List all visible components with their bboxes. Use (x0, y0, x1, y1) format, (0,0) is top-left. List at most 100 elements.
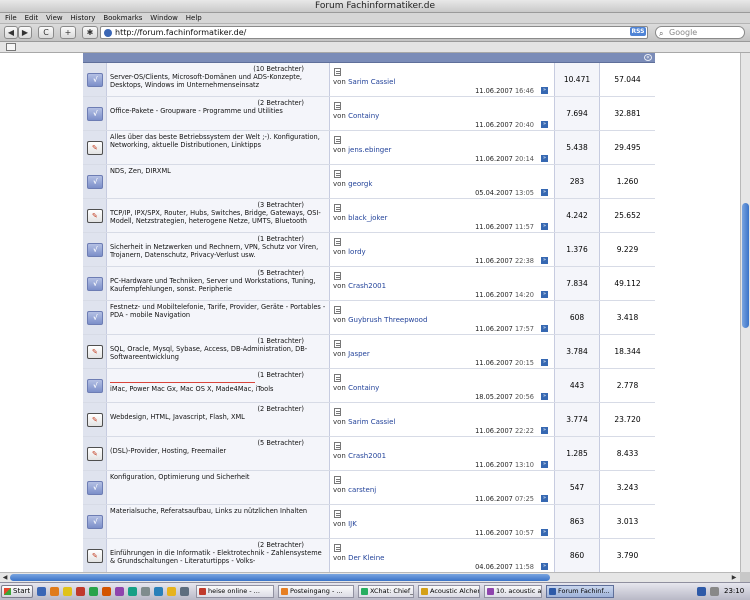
last-post-document-icon[interactable] (334, 136, 341, 144)
taskbar-task-button[interactable]: heise online - ... (196, 585, 274, 598)
quicklaunch-chat-icon[interactable] (89, 587, 98, 596)
add-bookmark-button[interactable]: + (60, 26, 76, 39)
last-post-document-icon[interactable] (334, 306, 341, 314)
taskbar-task-button[interactable]: 10. acoustic alc... (484, 585, 542, 598)
goto-last-post-icon[interactable]: » (541, 291, 548, 298)
horizontal-scrollbar[interactable]: ◀ ▶ (0, 572, 740, 582)
goto-last-post-icon[interactable]: » (541, 121, 548, 128)
quicklaunch-browser-icon[interactable] (37, 587, 46, 596)
last-post-user-link[interactable]: Guybrush Threepwood (348, 316, 427, 324)
last-post-user-link[interactable]: Sarim Cassiel (348, 418, 395, 426)
quicklaunch-player-icon[interactable] (115, 587, 124, 596)
von-label: von (333, 316, 346, 324)
forward-button[interactable]: ▶ (18, 26, 32, 39)
tray-volume-icon[interactable] (710, 587, 719, 596)
menu-help[interactable]: Help (186, 14, 202, 22)
von-label: von (333, 180, 346, 188)
last-post-cell: von Jasper 11.06.2007 20:15 » (330, 335, 555, 368)
quicklaunch-media-icon[interactable] (76, 587, 85, 596)
goto-last-post-icon[interactable]: » (541, 325, 548, 332)
last-post-user-link[interactable]: Jasper (348, 350, 370, 358)
last-post-user-link[interactable]: Der Kleine (348, 554, 384, 562)
last-post-document-icon[interactable] (334, 68, 341, 76)
quicklaunch-firefox-icon[interactable] (50, 587, 59, 596)
window-titlebar[interactable]: Forum Fachinformatiker.de (0, 0, 750, 13)
last-post-document-icon[interactable] (334, 442, 341, 450)
menu-edit[interactable]: Edit (25, 14, 39, 22)
last-post-document-icon[interactable] (334, 238, 341, 246)
thread-count: 7.834 (555, 267, 600, 300)
last-post-user-link[interactable]: carstenj (348, 486, 376, 494)
collapse-icon[interactable]: « (644, 54, 652, 61)
scroll-right-icon[interactable]: ▶ (730, 574, 738, 581)
last-post-date: 11.06.2007 20:40 (475, 121, 534, 129)
goto-last-post-icon[interactable]: » (541, 359, 548, 366)
reload-button[interactable]: C (38, 26, 54, 39)
last-post-user-link[interactable]: IJK (348, 520, 357, 528)
back-button[interactable]: ◀ (4, 26, 18, 39)
vertical-scroll-thumb[interactable] (742, 203, 749, 328)
quicklaunch-terminal-icon[interactable] (141, 587, 150, 596)
forum-viewers-count: (1 Betrachter) (257, 235, 304, 243)
goto-last-post-icon[interactable]: » (541, 155, 548, 162)
goto-last-post-icon[interactable]: » (541, 427, 548, 434)
scroll-left-icon[interactable]: ◀ (1, 574, 9, 581)
search-input[interactable]: ⌕ Google (655, 26, 745, 39)
last-post-user-link[interactable]: Crash2001 (348, 452, 386, 460)
taskbar-task-button[interactable]: Acoustic Alchemy (418, 585, 480, 598)
thread-count: 5.438 (555, 131, 600, 164)
goto-last-post-icon[interactable]: » (541, 461, 548, 468)
quicklaunch-settings-icon[interactable] (180, 587, 189, 596)
last-post-document-icon[interactable] (334, 408, 341, 416)
taskbar-task-button[interactable]: Forum Fachinf... (546, 585, 614, 598)
quicklaunch-tools-icon[interactable] (102, 587, 111, 596)
taskbar-task-button[interactable]: XChat: Chief_... (358, 585, 414, 598)
horizontal-scroll-thumb[interactable] (10, 574, 550, 581)
menu-view[interactable]: View (46, 14, 63, 22)
last-post-document-icon[interactable] (334, 544, 341, 552)
forum-description: (DSL)-Provider, Hosting, Freemailer (110, 447, 227, 455)
goto-last-post-icon[interactable]: » (541, 189, 548, 196)
last-post-document-icon[interactable] (334, 340, 341, 348)
start-button[interactable]: Start (1, 585, 33, 598)
menu-window[interactable]: Window (150, 14, 178, 22)
last-post-date-value: 11.06.2007 (475, 427, 513, 435)
goto-last-post-icon[interactable]: » (541, 393, 548, 400)
goto-last-post-icon[interactable]: » (541, 87, 548, 94)
vertical-scrollbar[interactable] (740, 53, 750, 572)
last-post-document-icon[interactable] (334, 510, 341, 518)
address-bar[interactable]: http://forum.fachinformatiker.de/ (100, 26, 648, 39)
last-post-user-link[interactable]: Containy (348, 112, 379, 120)
last-post-user-link[interactable]: Crash2001 (348, 282, 386, 290)
last-post-user-link[interactable]: Sarim Cassiel (348, 78, 395, 86)
last-post-document-icon[interactable] (334, 170, 341, 178)
quicklaunch-folder-icon[interactable] (63, 587, 72, 596)
menu-bookmarks[interactable]: Bookmarks (103, 14, 142, 22)
menu-history[interactable]: History (71, 14, 96, 22)
tray-network-icon[interactable] (697, 587, 706, 596)
goto-last-post-icon[interactable]: » (541, 257, 548, 264)
goto-last-post-icon[interactable]: » (541, 223, 548, 230)
last-post-document-icon[interactable] (334, 272, 341, 280)
goto-last-post-icon[interactable]: » (541, 529, 548, 536)
quicklaunch-mail-icon[interactable] (154, 587, 163, 596)
last-post-document-icon[interactable] (334, 102, 341, 110)
last-post-user-link[interactable]: Containy (348, 384, 379, 392)
taskbar-task-button[interactable]: Posteingang - ... (278, 585, 354, 598)
menu-bar: File Edit View History Bookmarks Window … (0, 13, 750, 24)
last-post-user-link[interactable]: jens.ebinger (348, 146, 391, 154)
last-post-user-link[interactable]: black_joker (348, 214, 387, 222)
last-post-document-icon[interactable] (334, 476, 341, 484)
bookmarks-book-icon[interactable] (6, 43, 16, 51)
goto-last-post-icon[interactable]: » (541, 563, 548, 570)
quicklaunch-app-icon[interactable] (128, 587, 137, 596)
last-post-user-link[interactable]: georgk (348, 180, 372, 188)
menu-file[interactable]: File (5, 14, 17, 22)
bug-report-button[interactable]: ✱ (82, 26, 98, 39)
last-post-document-icon[interactable] (334, 374, 341, 382)
goto-last-post-icon[interactable]: » (541, 495, 548, 502)
last-post-document-icon[interactable] (334, 204, 341, 212)
rss-button[interactable]: RSS (630, 27, 646, 36)
quicklaunch-notes-icon[interactable] (167, 587, 176, 596)
last-post-user-link[interactable]: lordy (348, 248, 366, 256)
